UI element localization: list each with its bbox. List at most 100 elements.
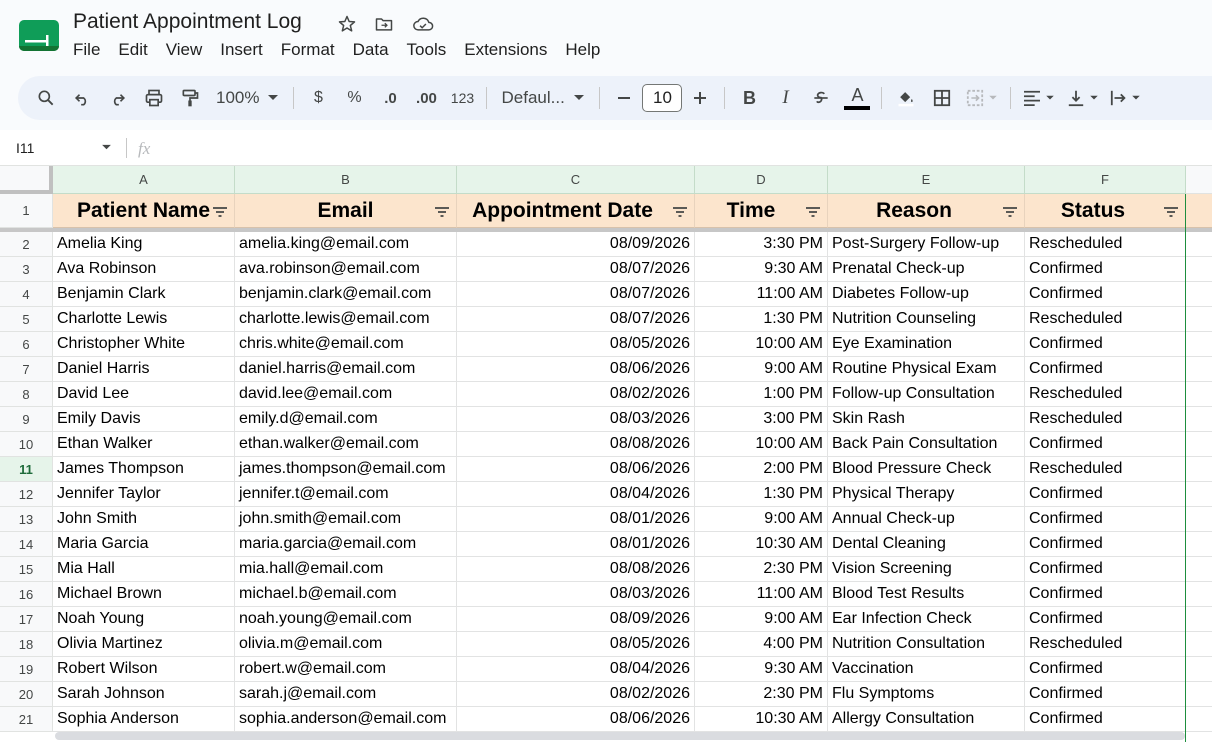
cell-email[interactable]: charlotte.lewis@email.com — [235, 307, 457, 332]
column-header-d[interactable]: D — [695, 166, 828, 194]
formula-input[interactable] — [170, 130, 1200, 166]
cell-patient-name[interactable]: David Lee — [53, 382, 235, 407]
cell-appointment-date[interactable]: 08/07/2026 — [457, 257, 695, 282]
row-header[interactable]: 19 — [0, 657, 53, 682]
cell-time[interactable]: 2:30 PM — [695, 557, 828, 582]
font-size-input[interactable]: 10 — [642, 84, 683, 112]
cell-reason[interactable]: Back Pain Consultation — [828, 432, 1025, 457]
cell-patient-name[interactable]: Michael Brown — [53, 582, 235, 607]
menu-data[interactable]: Data — [344, 40, 398, 60]
cell-appointment-date[interactable]: 08/02/2026 — [457, 382, 695, 407]
filter-icon[interactable] — [672, 206, 688, 218]
fill-color-icon[interactable] — [888, 82, 924, 114]
cell-status[interactable]: Rescheduled — [1025, 407, 1186, 432]
cell-empty[interactable] — [1186, 632, 1212, 657]
text-wrapping-icon[interactable] — [1105, 82, 1145, 114]
cell-reason[interactable]: Follow-up Consultation — [828, 382, 1025, 407]
font-select[interactable]: Defaul... — [493, 88, 593, 108]
cell-status[interactable]: Confirmed — [1025, 507, 1186, 532]
cell-status[interactable]: Confirmed — [1025, 432, 1186, 457]
cell-empty[interactable] — [1186, 507, 1212, 532]
cell-appointment-date[interactable]: 08/05/2026 — [457, 632, 695, 657]
cell-time[interactable]: 9:00 AM — [695, 607, 828, 632]
menu-help[interactable]: Help — [556, 40, 609, 60]
cell-reason[interactable]: Nutrition Consultation — [828, 632, 1025, 657]
cell-status[interactable]: Confirmed — [1025, 557, 1186, 582]
cell-reason[interactable]: Routine Physical Exam — [828, 357, 1025, 382]
cell-empty[interactable] — [1186, 407, 1212, 432]
cell-patient-name[interactable]: Daniel Harris — [53, 357, 235, 382]
cell-appointment-date[interactable]: 08/02/2026 — [457, 682, 695, 707]
cell-patient-name[interactable]: Robert Wilson — [53, 657, 235, 682]
header-cell-time[interactable]: Time — [695, 194, 828, 228]
cell-status[interactable]: Confirmed — [1025, 482, 1186, 507]
cell-patient-name[interactable]: Jennifer Taylor — [53, 482, 235, 507]
cell-patient-name[interactable]: Charlotte Lewis — [53, 307, 235, 332]
select-all-corner[interactable] — [0, 166, 53, 194]
cell-patient-name[interactable]: Mia Hall — [53, 557, 235, 582]
column-header-a[interactable]: A — [53, 166, 235, 194]
cell-email[interactable]: chris.white@email.com — [235, 332, 457, 357]
cell-appointment-date[interactable]: 08/07/2026 — [457, 307, 695, 332]
cell-time[interactable]: 1:30 PM — [695, 307, 828, 332]
cell-reason[interactable]: Skin Rash — [828, 407, 1025, 432]
cell-status[interactable]: Confirmed — [1025, 257, 1186, 282]
cell-reason[interactable]: Vision Screening — [828, 557, 1025, 582]
cell-appointment-date[interactable]: 08/06/2026 — [457, 707, 695, 732]
cell-time[interactable]: 10:30 AM — [695, 532, 828, 557]
merge-cells-icon[interactable] — [960, 82, 1004, 114]
column-header-g[interactable] — [1186, 166, 1212, 194]
cell-empty[interactable] — [1186, 257, 1212, 282]
cell-email[interactable]: david.lee@email.com — [235, 382, 457, 407]
cell-patient-name[interactable]: Christopher White — [53, 332, 235, 357]
cell-reason[interactable]: Diabetes Follow-up — [828, 282, 1025, 307]
cell-reason[interactable]: Eye Examination — [828, 332, 1025, 357]
header-cell-reason[interactable]: Reason — [828, 194, 1025, 228]
cell-time[interactable]: 10:00 AM — [695, 432, 828, 457]
cell-empty[interactable] — [1186, 382, 1212, 407]
cell-time[interactable]: 9:30 AM — [695, 257, 828, 282]
cell-reason[interactable]: Annual Check-up — [828, 507, 1025, 532]
cell-status[interactable]: Rescheduled — [1025, 382, 1186, 407]
cell-empty[interactable] — [1186, 332, 1212, 357]
percent-format-button[interactable]: % — [336, 82, 372, 114]
borders-icon[interactable] — [924, 82, 960, 114]
cell-time[interactable]: 4:00 PM — [695, 632, 828, 657]
cell-empty[interactable] — [1186, 282, 1212, 307]
row-header[interactable]: 2 — [0, 232, 53, 257]
cell-email[interactable]: ava.robinson@email.com — [235, 257, 457, 282]
cell-patient-name[interactable]: Noah Young — [53, 607, 235, 632]
cell-email[interactable]: james.thompson@email.com — [235, 457, 457, 482]
cell-appointment-date[interactable]: 08/09/2026 — [457, 607, 695, 632]
cell-email[interactable]: sophia.anderson@email.com — [235, 707, 457, 732]
cell-status[interactable]: Confirmed — [1025, 707, 1186, 732]
cell-reason[interactable]: Dental Cleaning — [828, 532, 1025, 557]
menu-view[interactable]: View — [157, 40, 212, 60]
cell-appointment-date[interactable]: 08/08/2026 — [457, 557, 695, 582]
print-icon[interactable] — [136, 82, 172, 114]
header-cell-patient-name[interactable]: Patient Name — [53, 194, 235, 228]
vertical-align-icon[interactable] — [1061, 82, 1105, 114]
menu-extensions[interactable]: Extensions — [455, 40, 556, 60]
cell-time[interactable]: 9:00 AM — [695, 357, 828, 382]
cell-email[interactable]: sarah.j@email.com — [235, 682, 457, 707]
increase-font-size-icon[interactable] — [682, 82, 718, 114]
cell-patient-name[interactable]: John Smith — [53, 507, 235, 532]
cell-status[interactable]: Confirmed — [1025, 357, 1186, 382]
cell-patient-name[interactable]: Amelia King — [53, 232, 235, 257]
cell-status[interactable]: Confirmed — [1025, 682, 1186, 707]
cell-appointment-date[interactable]: 08/01/2026 — [457, 532, 695, 557]
row-header[interactable]: 11 — [0, 457, 53, 482]
cell-reason[interactable]: Post-Surgery Follow-up — [828, 232, 1025, 257]
cell-appointment-date[interactable]: 08/08/2026 — [457, 432, 695, 457]
cell-empty[interactable] — [1186, 607, 1212, 632]
row-header[interactable]: 17 — [0, 607, 53, 632]
cell-patient-name[interactable]: Benjamin Clark — [53, 282, 235, 307]
cell-time[interactable]: 1:30 PM — [695, 482, 828, 507]
cell-time[interactable]: 9:00 AM — [695, 507, 828, 532]
cell-patient-name[interactable]: Ava Robinson — [53, 257, 235, 282]
cell-reason[interactable]: Prenatal Check-up — [828, 257, 1025, 282]
cell-email[interactable]: robert.w@email.com — [235, 657, 457, 682]
more-formats-button[interactable]: 123 — [444, 82, 480, 114]
zoom-select[interactable]: 100% — [208, 88, 287, 108]
